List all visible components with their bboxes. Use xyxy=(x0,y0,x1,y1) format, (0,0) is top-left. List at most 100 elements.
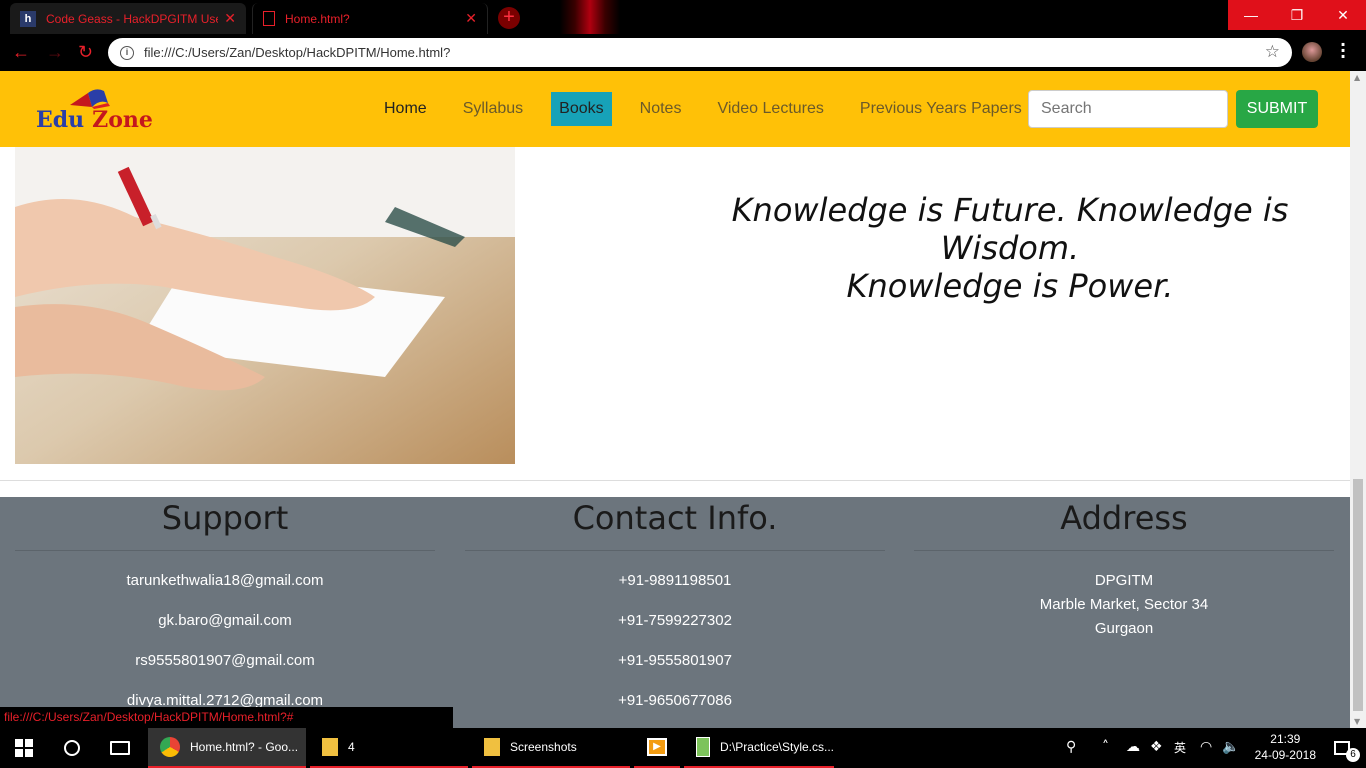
tab-home[interactable]: Home.html? ✕ xyxy=(252,3,488,34)
windows-taskbar: Home.html? - Goo... 4 Screenshots ▶ D:\P… xyxy=(0,728,1366,768)
edu-zone-logo[interactable]: Edu Zone xyxy=(36,87,166,133)
contact-column: Contact Info. +91-9891198501 +91-7599227… xyxy=(465,497,885,728)
nav-previous-years-papers[interactable]: Previous Years Papers xyxy=(852,92,1030,126)
restore-button[interactable]: ❐ xyxy=(1274,0,1320,30)
tab-favicon-h: h xyxy=(20,10,36,27)
logo-text: Edu Zone xyxy=(36,107,153,133)
page-icon xyxy=(263,11,275,26)
taskbar-screenshots[interactable]: Screenshots xyxy=(472,728,630,768)
task-view-icon xyxy=(110,741,130,755)
back-icon[interactable]: ← xyxy=(12,42,30,63)
address-line: Gurgaon xyxy=(1094,620,1154,637)
nav-home[interactable]: Home xyxy=(376,92,435,126)
close-window-button[interactable]: ✕ xyxy=(1320,0,1366,30)
book-logo-icon xyxy=(70,89,110,109)
section-divider xyxy=(0,480,1350,481)
weather-cloud-icon[interactable]: ☁ xyxy=(1126,739,1140,755)
address-toolbar: ← → ↻ i file:///C:/Users/Zan/Desktop/Hac… xyxy=(0,34,1366,71)
clock-date: 24-09-2018 xyxy=(1254,748,1316,762)
taskbar-notepad[interactable]: D:\Practice\Style.cs... xyxy=(684,728,834,768)
info-icon[interactable]: i xyxy=(120,45,134,60)
tab-title: Home.html? xyxy=(285,11,350,26)
taskbar-label: Screenshots xyxy=(510,740,577,754)
chrome-icon xyxy=(160,737,180,757)
wallpaper-glow xyxy=(560,0,620,34)
cortana-circle-icon xyxy=(64,740,80,756)
support-email[interactable]: rs9555801907@gmail.com xyxy=(15,651,435,691)
contact-phone[interactable]: +91-9650677086 xyxy=(465,691,885,728)
scroll-down-icon[interactable]: ▼ xyxy=(1354,717,1360,726)
input-method-icon[interactable]: 英 xyxy=(1174,739,1186,756)
notification-count-badge: 6 xyxy=(1346,748,1360,762)
wifi-icon[interactable]: ◠ xyxy=(1200,739,1212,755)
bookmark-star-icon[interactable]: ☆ xyxy=(1265,42,1280,62)
action-center-button[interactable]: 6 xyxy=(1318,728,1366,768)
nav-syllabus[interactable]: Syllabus xyxy=(455,92,531,126)
cortana-button[interactable] xyxy=(48,728,96,768)
hero-image-writing xyxy=(15,147,515,464)
taskbar-media-player[interactable]: ▶ xyxy=(634,728,680,768)
contact-phone[interactable]: +91-9555801907 xyxy=(465,651,885,691)
site-footer: Support tarunkethwalia18@gmail.com gk.ba… xyxy=(0,497,1350,728)
minimize-button[interactable]: — xyxy=(1228,0,1274,30)
web-page: Edu Zone Home Syllabus Books Notes Video … xyxy=(0,71,1350,728)
people-icon[interactable]: ⚲ xyxy=(1066,739,1076,755)
nav-notes[interactable]: Notes xyxy=(632,92,690,126)
contact-phone[interactable]: +91-7599227302 xyxy=(465,611,885,651)
site-navbar: Edu Zone Home Syllabus Books Notes Video … xyxy=(0,71,1350,147)
support-column: Support tarunkethwalia18@gmail.com gk.ba… xyxy=(15,497,435,728)
folder-icon xyxy=(484,738,500,756)
close-tab-icon[interactable]: ✕ xyxy=(465,10,477,27)
tray-chevron-icon[interactable]: ˄ xyxy=(1102,739,1109,755)
link-status-bubble: file:///C:/Users/Zan/Desktop/HackDPITM/H… xyxy=(0,707,453,728)
hero-quote: Knowledge is Future. Knowledge is Wisdom… xyxy=(660,191,1350,305)
address-list: DPGITM Marble Market, Sector 34 Gurgaon xyxy=(914,571,1334,643)
support-heading: Support xyxy=(15,497,435,551)
volume-icon[interactable]: 🔈 xyxy=(1222,739,1239,755)
new-tab-button[interactable]: + xyxy=(498,7,520,29)
taskbar-label: D:\Practice\Style.cs... xyxy=(719,740,834,754)
nav-video-lectures[interactable]: Video Lectures xyxy=(709,92,831,126)
support-email[interactable]: tarunkethwalia18@gmail.com xyxy=(15,571,435,611)
taskbar-folder-4[interactable]: 4 xyxy=(310,728,468,768)
scrollbar-thumb[interactable] xyxy=(1353,479,1363,711)
quote-line-2: Knowledge is Power. xyxy=(846,267,1174,305)
start-button[interactable] xyxy=(0,728,48,768)
dropbox-icon[interactable]: ❖ xyxy=(1150,739,1163,755)
nav-books[interactable]: Books xyxy=(551,92,612,126)
taskbar-chrome[interactable]: Home.html? - Goo... xyxy=(148,728,306,768)
url-bar[interactable]: i file:///C:/Users/Zan/Desktop/HackDPITM… xyxy=(108,38,1292,67)
taskbar-label: 4 xyxy=(348,740,355,754)
quote-line-1: Knowledge is Future. Knowledge is Wisdom… xyxy=(731,191,1289,267)
writing-hand-illustration xyxy=(15,147,515,464)
task-view-button[interactable] xyxy=(96,728,144,768)
address-column: Address DPGITM Marble Market, Sector 34 … xyxy=(914,497,1334,643)
search-input[interactable] xyxy=(1028,90,1228,128)
folder-icon xyxy=(322,738,338,756)
windows-logo-icon xyxy=(15,739,33,757)
address-line: Marble Market, Sector 34 xyxy=(1039,596,1209,613)
nav-links: Home Syllabus Books Notes Video Lectures… xyxy=(376,90,1050,128)
profile-avatar[interactable] xyxy=(1302,42,1322,62)
taskbar-clock[interactable]: 21:39 24-09-2018 xyxy=(1255,731,1316,763)
taskbar-label: Home.html? - Goo... xyxy=(190,740,299,754)
browser-titlebar: h Code Geass - HackDPGITM Users ✕ Home.h… xyxy=(0,0,1366,34)
submit-button[interactable]: SUBMIT xyxy=(1236,90,1318,128)
media-player-icon: ▶ xyxy=(647,738,667,756)
clock-time: 21:39 xyxy=(1270,732,1301,746)
browser-menu-icon[interactable]: · · · xyxy=(1340,37,1346,65)
close-tab-icon[interactable]: ✕ xyxy=(224,10,236,27)
contact-heading: Contact Info. xyxy=(465,497,885,551)
support-email[interactable]: gk.baro@gmail.com xyxy=(15,611,435,651)
contact-phone[interactable]: +91-9891198501 xyxy=(465,571,885,611)
tab-code-geass[interactable]: h Code Geass - HackDPGITM Users ✕ xyxy=(10,3,246,34)
address-line: DPGITM xyxy=(1094,572,1154,589)
page-scrollbar[interactable]: ▲ ▼ xyxy=(1350,71,1366,728)
reload-icon[interactable]: ↻ xyxy=(78,42,93,63)
support-list: tarunkethwalia18@gmail.com gk.baro@gmail… xyxy=(15,571,435,728)
tab-title: Code Geass - HackDPGITM Users xyxy=(46,11,219,26)
contact-list: +91-9891198501 +91-7599227302 +91-955580… xyxy=(465,571,885,728)
scroll-up-icon[interactable]: ▲ xyxy=(1354,73,1360,82)
url-text[interactable]: file:///C:/Users/Zan/Desktop/HackDPITM/H… xyxy=(144,45,450,60)
forward-icon[interactable]: → xyxy=(46,42,64,63)
